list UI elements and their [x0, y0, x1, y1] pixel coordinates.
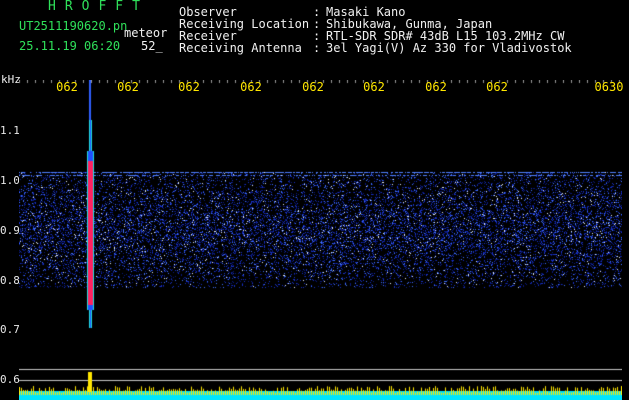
y-tick-label: 0.7 — [0, 323, 20, 336]
info-colon: : — [313, 41, 321, 55]
x-tick-label: 0630 — [594, 80, 624, 94]
x-tick-label: 062 — [302, 80, 324, 94]
x-tick-label: 062 — [425, 80, 447, 94]
y-tick-label: 0.9 — [0, 224, 20, 237]
info-key: Receiving Antenna — [179, 41, 302, 55]
x-tick-label: 062 — [178, 80, 200, 94]
y-tick-label: 0.8 — [0, 274, 20, 287]
tag-label: meteor — [124, 26, 168, 40]
x-tick-label: 062 — [117, 80, 139, 94]
info-value: 3el Yagi(V) Az 330 for Vladivostok — [326, 41, 572, 55]
y-tick-label: 1.0 — [0, 174, 20, 187]
y-tick-label: 0.6 — [0, 373, 20, 386]
y-tick-label: 1.1 — [0, 124, 20, 137]
file-name: UT2511190620.pn — [19, 19, 128, 33]
datetime: 25.11.19 06:20 — [19, 39, 121, 53]
x-tick-label: 062 — [240, 80, 262, 94]
x-tick-label: 062 — [363, 80, 385, 94]
spectrogram-canvas — [19, 80, 622, 400]
x-tick-label: 062 — [56, 80, 78, 94]
app-title: HROFFT — [48, 0, 149, 14]
x-tick-label: 062 — [486, 80, 508, 94]
count-label: 52_ — [141, 39, 163, 53]
y-axis-unit: kHz — [1, 73, 21, 86]
